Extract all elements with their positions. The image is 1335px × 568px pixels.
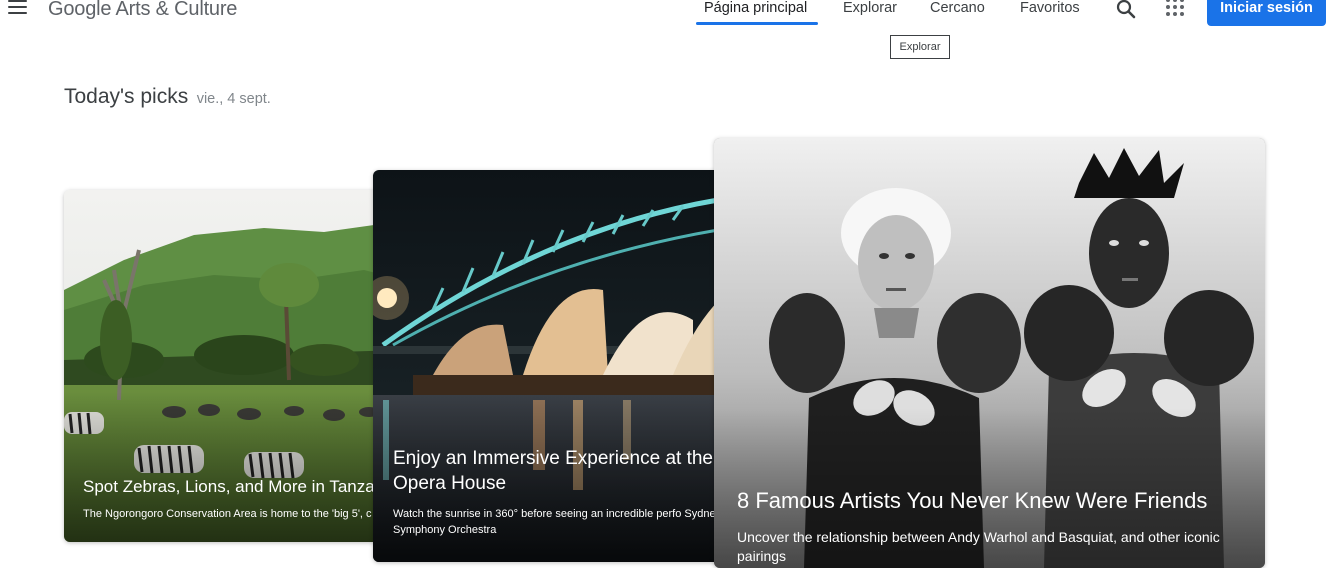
- apps-grid-icon[interactable]: [1164, 0, 1186, 19]
- top-bar: Google Arts & Culture Página principal E…: [0, 0, 1335, 30]
- pick-card-zebras[interactable]: Spot Zebras, Lions, and More in Tanzan T…: [64, 190, 404, 542]
- nav-explore[interactable]: Explorar: [843, 0, 897, 16]
- pick-card-opera-house[interactable]: Enjoy an Immersive Experience at the Ope…: [373, 170, 773, 562]
- card-title: 8 Famous Artists You Never Knew Were Fri…: [737, 488, 1208, 513]
- todays-picks-heading: Today's picks vie., 4 sept.: [64, 85, 271, 109]
- section-title: Today's picks: [64, 85, 189, 108]
- card-description: The Ngorongoro Conservation Area is home…: [83, 508, 372, 520]
- nav-nearby[interactable]: Cercano: [930, 0, 985, 16]
- site-logo[interactable]: Google Arts & Culture: [48, 0, 237, 21]
- nav-favorites[interactable]: Favoritos: [1020, 0, 1080, 16]
- card-title: Enjoy an Immersive Experience at the Ope…: [393, 448, 713, 494]
- menu-icon[interactable]: [6, 0, 30, 20]
- section-date: vie., 4 sept.: [196, 91, 271, 107]
- explore-tooltip: Explorar: [890, 35, 950, 59]
- search-icon[interactable]: [1114, 0, 1138, 21]
- pick-card-famous-artists[interactable]: 8 Famous Artists You Never Knew Were Fri…: [714, 138, 1265, 568]
- card-description: Uncover the relationship between Andy Wa…: [737, 529, 1220, 564]
- signin-button[interactable]: Iniciar sesión: [1207, 0, 1326, 26]
- nav-active-indicator: [696, 22, 818, 25]
- card-title: Spot Zebras, Lions, and More in Tanzan: [83, 477, 385, 496]
- card-description: Watch the sunrise in 360° before seeing …: [393, 508, 722, 536]
- nav-home[interactable]: Página principal: [704, 0, 807, 16]
